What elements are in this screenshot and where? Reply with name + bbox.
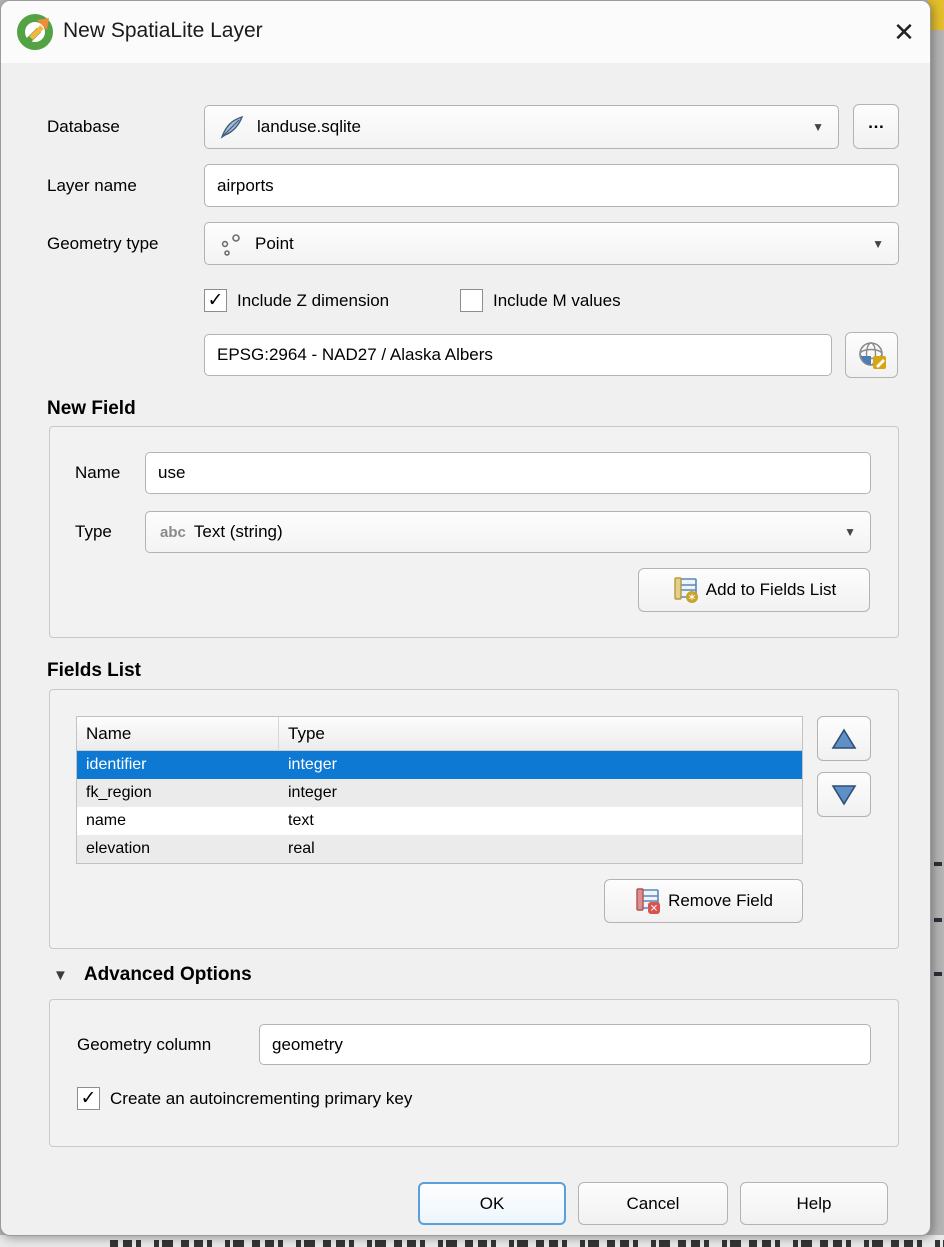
remove-field-button[interactable]: ✕ Remove Field [604,879,803,923]
include-z-label[interactable]: Include Z dimension [237,291,389,311]
check-icon: ✓ [81,1087,97,1110]
column-header-name[interactable]: Name [77,717,279,750]
autoincrement-label[interactable]: Create an autoincrementing primary key [110,1089,412,1109]
cell-name[interactable]: fk_region [77,784,279,802]
cell-name[interactable]: elevation [77,840,279,858]
include-m-checkbox[interactable] [460,289,483,312]
new-field-section-title: New Field [47,398,136,420]
background-window-clipped-text [110,1240,944,1247]
autoincrement-checkbox[interactable]: ✓ [77,1087,100,1110]
layer-name-value: airports [217,176,274,196]
fields-table-header[interactable]: Name Type [77,717,802,751]
crs-value: EPSG:2964 - NAD27 / Alaska Albers [217,345,493,365]
cell-name[interactable]: name [77,812,279,830]
database-combo[interactable]: landuse.sqlite ▼ [204,105,839,149]
browse-database-button[interactable]: … [853,104,899,149]
advanced-options-groupbox [49,999,899,1147]
field-type-value: Text (string) [194,522,283,542]
up-arrow-icon [831,728,857,750]
remove-field-icon: ✕ [634,887,662,915]
select-crs-button[interactable] [845,332,898,378]
add-field-icon: ✶ [672,576,700,604]
point-geometry-icon [219,232,243,256]
table-row[interactable]: elevation real [77,835,802,863]
layer-name-input[interactable]: airports [204,164,899,207]
check-icon: ✓ [208,289,224,312]
advanced-options-title: Advanced Options [84,964,252,986]
collapse-triangle-icon: ▼ [53,967,68,984]
cancel-button[interactable]: Cancel [578,1182,728,1225]
table-row[interactable]: identifier integer [77,751,802,779]
column-header-type[interactable]: Type [279,717,325,750]
svg-text:✕: ✕ [650,904,658,915]
field-name-value: use [158,463,185,483]
move-field-down-button[interactable] [817,772,871,817]
chevron-down-icon: ▼ [812,120,824,134]
help-label: Help [797,1194,832,1214]
geometry-column-label: Geometry column [77,1035,211,1055]
remove-field-label: Remove Field [668,891,773,911]
field-type-label: Type [75,522,112,542]
advanced-options-header[interactable]: ▼ Advanced Options [53,964,252,986]
cell-type[interactable]: integer [279,784,802,802]
fields-table[interactable]: Name Type identifier integer fk_region i… [76,716,803,864]
background-window-artifact [934,972,942,976]
crs-input[interactable]: EPSG:2964 - NAD27 / Alaska Albers [204,334,832,376]
cell-name[interactable]: identifier [77,756,279,774]
title-bar[interactable]: New SpatiaLite Layer ✕ [1,1,930,63]
include-z-checkbox[interactable]: ✓ [204,289,227,312]
database-value: landuse.sqlite [257,117,361,137]
ok-button[interactable]: OK [418,1182,566,1225]
crs-globe-icon [856,339,888,371]
ok-label: OK [480,1194,505,1214]
move-field-up-button[interactable] [817,716,871,761]
abc-text-type-icon: abc [160,524,186,541]
new-spatialite-layer-dialog: New SpatiaLite Layer ✕ Database landuse.… [0,0,931,1236]
chevron-down-icon: ▼ [872,237,884,251]
qgis-logo-icon [15,12,55,52]
layer-name-label: Layer name [47,176,137,196]
fields-list-section-title: Fields List [47,660,141,682]
add-to-fields-list-label: Add to Fields List [706,580,836,600]
geometry-type-label: Geometry type [47,234,159,254]
include-m-label[interactable]: Include M values [493,291,621,311]
field-type-combo[interactable]: abc Text (string) ▼ [145,511,871,553]
chevron-down-icon: ▼ [844,525,856,539]
cell-type[interactable]: integer [279,756,802,774]
help-button[interactable]: Help [740,1182,888,1225]
geometry-type-combo[interactable]: Point ▼ [204,222,899,265]
database-label: Database [47,117,120,137]
close-icon: ✕ [893,17,915,48]
background-window-artifact [934,862,942,866]
close-button[interactable]: ✕ [881,9,927,55]
cell-type[interactable]: real [279,840,802,858]
fields-list-groupbox: Name Type identifier integer fk_region i… [49,689,899,949]
table-row[interactable]: name text [77,807,802,835]
field-name-label: Name [75,463,120,483]
cancel-label: Cancel [627,1194,680,1214]
down-arrow-icon [831,784,857,806]
field-name-input[interactable]: use [145,452,871,494]
geometry-column-input[interactable]: geometry [259,1024,871,1065]
spatialite-feather-icon [219,114,245,140]
add-to-fields-list-button[interactable]: ✶ Add to Fields List [638,568,870,612]
dialog-title: New SpatiaLite Layer [63,19,263,43]
geometry-type-value: Point [255,234,294,254]
background-window-artifact [934,918,942,922]
geometry-column-value: geometry [272,1035,343,1055]
background-window-bottom-strip [0,1235,944,1247]
cell-type[interactable]: text [279,812,802,830]
ellipsis-icon: … [868,113,885,133]
svg-text:✶: ✶ [687,592,696,604]
table-row[interactable]: fk_region integer [77,779,802,807]
